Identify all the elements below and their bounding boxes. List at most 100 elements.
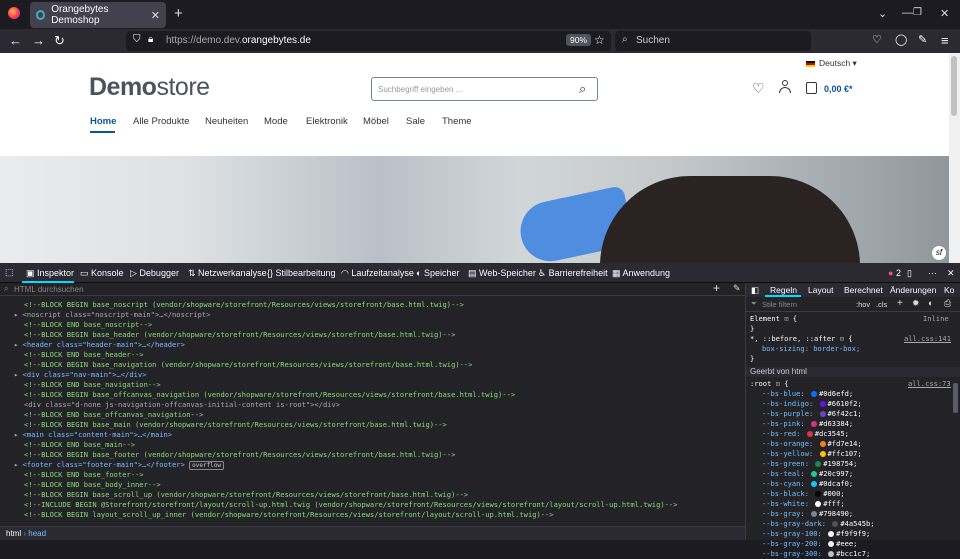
zoom-badge[interactable]: 90%	[566, 34, 592, 46]
menu-home[interactable]: Home	[90, 116, 116, 127]
browser-tab-active[interactable]: Orangebytes Demoshop ✕	[30, 2, 166, 28]
devtools-tab-laufzeitanalyse[interactable]: ◠ Laufzeitanalyse	[341, 268, 414, 279]
devtools-tab-netzwerkanalyse[interactable]: ⇅ Netzwerkanalyse	[188, 268, 267, 279]
color-swatch-icon[interactable]	[806, 431, 813, 437]
css-variable-row[interactable]: --bs-gray-300: #bcc1c7;	[762, 549, 870, 559]
reload-icon[interactable]: ↻	[54, 33, 65, 49]
responsive-mode-icon[interactable]: ▯	[907, 268, 912, 279]
site-search-input[interactable]: Suchbegriff eingeben ... ⌕	[371, 77, 598, 101]
css-variable-row[interactable]: --bs-red: #dc3545;	[762, 429, 849, 439]
menu-moebel[interactable]: Möbel	[363, 116, 389, 127]
css-variable-row[interactable]: --bs-black: #000;	[762, 489, 845, 499]
css-variable-value[interactable]: #d63384;	[819, 419, 853, 428]
html-markup-tree[interactable]: ▔▔▔▔▔▔▔▔▔▔▔▔▔▔▔▔▔▔▔▔▔▔▔▔▔▔▔▔▔▔▔▔▔▔▔▔▔▔▔▔…	[0, 296, 745, 526]
light-mode-icon[interactable]: ✹	[912, 298, 920, 309]
markup-comment[interactable]: <!--BLOCK BEGIN layout_scroll_up_inner (…	[24, 510, 554, 520]
pick-element-icon[interactable]: ⬚	[5, 267, 14, 278]
tab-aenderungen[interactable]: Änderungen	[890, 285, 936, 295]
css-variable-value[interactable]: #6f42c1;	[828, 409, 862, 418]
markup-comment[interactable]: <!--BLOCK BEGIN base_navigation (vendor/…	[24, 360, 472, 370]
menu-mode[interactable]: Mode	[264, 116, 288, 127]
page-scrollbar-thumb[interactable]	[951, 56, 957, 116]
add-node-icon[interactable]: +	[713, 281, 720, 295]
markup-comment[interactable]: <!--BLOCK END base_header-->	[24, 350, 144, 360]
rule-options-icon[interactable]: ⊡	[776, 379, 780, 388]
color-swatch-icon[interactable]	[815, 501, 822, 507]
rule-options-icon[interactable]: ⊡	[840, 334, 844, 343]
site-search-icon[interactable]: ⌕	[579, 81, 586, 97]
css-variable-value[interactable]: #0dcaf0;	[819, 479, 853, 488]
add-rule-icon[interactable]: +	[897, 298, 903, 309]
html-search-input[interactable]: ⌕ HTML durchsuchen + ✎	[0, 281, 745, 296]
url-text[interactable]: https://demo.dev.orangebytes.de	[166, 35, 311, 46]
element-rule-selector[interactable]: Element ⊡ {	[750, 314, 797, 324]
eyedropper-icon[interactable]: ✎	[733, 283, 741, 294]
color-swatch-icon[interactable]	[828, 531, 835, 537]
css-variable-value[interactable]: #ffc107;	[828, 449, 862, 458]
stylesheet-link[interactable]: all.css:73	[908, 379, 951, 389]
css-variable-row[interactable]: --bs-purple: #6f42c1;	[762, 409, 862, 419]
markup-element-header[interactable]: ▸ <header class="header-main">…</header>	[14, 340, 185, 350]
markup-element-nav[interactable]: ▸ <div class="nav-main">…</div>	[14, 370, 146, 380]
shield-icon[interactable]: ⛉	[133, 34, 141, 45]
tab-regeln[interactable]: Regeln	[770, 285, 797, 295]
css-variable-row[interactable]: --bs-gray-dark: #4a545b;	[762, 519, 875, 529]
account-icon[interactable]: ◯	[895, 33, 907, 46]
app-menu-icon[interactable]: ≡	[941, 33, 949, 48]
css-variable-row[interactable]: --bs-pink: #d63384;	[762, 419, 853, 429]
menu-neuheiten[interactable]: Neuheiten	[205, 116, 248, 127]
color-swatch-icon[interactable]	[811, 391, 817, 397]
markup-comment[interactable]: <!--BLOCK BEGIN base_main (vendor/shopwa…	[24, 420, 447, 430]
markup-comment[interactable]: <!--BLOCK BEGIN base_noscript (vendor/sh…	[24, 300, 464, 310]
devtools-tab-speicher[interactable]: ◐ Speicher	[416, 268, 459, 278]
declaration-box-sizing[interactable]: box-sizing: border-box;	[762, 344, 860, 354]
dark-mode-icon[interactable]: ◐	[928, 298, 933, 308]
css-variable-value[interactable]: #20c997;	[819, 469, 853, 478]
color-swatch-icon[interactable]	[815, 461, 822, 467]
devtools-tab-web-speicher[interactable]: ▤ Web-Speicher	[468, 268, 536, 279]
restore-icon[interactable]: ❐	[913, 7, 922, 18]
color-swatch-icon[interactable]	[811, 421, 817, 427]
css-variable-row[interactable]: --bs-gray-100: #f9f9f9;	[762, 529, 870, 539]
css-variable-value[interactable]: #bcc1c7;	[836, 549, 870, 558]
rules-scrollbar[interactable]	[953, 383, 958, 413]
tab-list-icon[interactable]: ⌄	[878, 7, 887, 20]
forward-icon[interactable]: →	[32, 33, 45, 48]
css-variable-value[interactable]: #dc3545;	[815, 429, 849, 438]
lock-icon[interactable]: 🔒︎	[148, 34, 153, 45]
minimize-icon[interactable]: —	[902, 7, 913, 19]
hero-banner-image[interactable]: sf	[0, 156, 949, 263]
css-variable-value[interactable]: #198754;	[823, 459, 857, 468]
menu-elektronik[interactable]: Elektronik	[306, 116, 348, 127]
css-variable-value[interactable]: #eee;	[836, 539, 857, 548]
color-swatch-icon[interactable]	[811, 511, 817, 517]
menu-alle-produkte[interactable]: Alle Produkte	[133, 116, 190, 127]
error-count-badge[interactable]: ● 2	[888, 268, 901, 278]
css-variable-row[interactable]: --bs-yellow: #ffc107;	[762, 449, 862, 459]
search-bar[interactable]: ⌕ Suchen	[615, 31, 811, 51]
breadcrumb-head[interactable]: head	[28, 529, 46, 538]
css-variable-value[interactable]: #000;	[823, 489, 844, 498]
url-bar[interactable]: ⛉ 🔒︎ https://demo.dev.orangebytes.de 90%…	[126, 31, 611, 51]
css-variable-value[interactable]: #0d6efd;	[819, 389, 853, 398]
markup-comment[interactable]: <!--BLOCK BEGIN base_scroll_up (vendor/s…	[24, 490, 468, 500]
markup-comment[interactable]: <!--BLOCK END base_navigation-->	[24, 380, 161, 390]
markup-comment[interactable]: <!--BLOCK END base_noscript-->	[24, 320, 152, 330]
extensions-icon[interactable]: ✎	[918, 33, 927, 46]
color-swatch-icon[interactable]	[819, 401, 826, 407]
pocket-icon[interactable]: ♡	[872, 33, 882, 46]
firefox-menu-icon[interactable]	[8, 7, 20, 19]
color-swatch-icon[interactable]	[832, 521, 839, 527]
symfony-badge-icon[interactable]: sf	[932, 246, 946, 260]
markup-comment[interactable]: <!--BLOCK BEGIN base_footer (vendor/shop…	[24, 450, 455, 460]
language-switcher[interactable]: Deutsch ▾	[806, 58, 857, 69]
stylesheet-link[interactable]: all.css:141	[904, 334, 951, 344]
overflow-badge[interactable]: overflow	[189, 461, 225, 470]
inline-label[interactable]: Inline	[923, 314, 949, 324]
css-variable-value[interactable]: #6610f2;	[828, 399, 862, 408]
markup-comment[interactable]: <!--BLOCK END base_footer-->	[24, 470, 144, 480]
markup-comment[interactable]: <!--BLOCK BEGIN base_header (vendor/shop…	[24, 330, 455, 340]
color-swatch-icon[interactable]	[819, 451, 826, 457]
markup-element-noscript[interactable]: ▸ <noscript class="noscript-main">…</nos…	[14, 310, 210, 320]
css-variable-value[interactable]: #798490;	[819, 509, 853, 518]
